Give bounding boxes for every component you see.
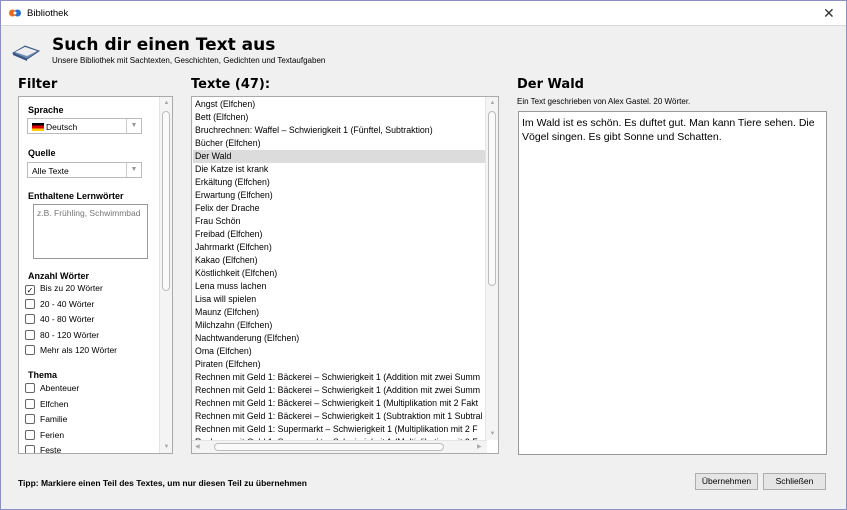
scroll-thumb[interactable]: [214, 443, 444, 451]
list-item[interactable]: Piraten (Elfchen): [193, 358, 487, 371]
checkbox-box[interactable]: [25, 398, 35, 409]
list-item[interactable]: Rechnen mit Geld 1: Bäckerei – Schwierig…: [193, 371, 487, 384]
texts-vscrollbar[interactable]: ▲ ▼: [485, 97, 498, 440]
chevron-down-icon[interactable]: ▼: [126, 163, 141, 177]
checkbox-label: Ferien: [40, 429, 65, 440]
sprache-value: Deutsch: [46, 122, 78, 132]
list-item[interactable]: Maunz (Elfchen): [193, 306, 487, 319]
scroll-right-icon[interactable]: ▶: [477, 443, 482, 450]
checkbox-thema[interactable]: Ferien: [25, 429, 65, 443]
list-item[interactable]: Felix der Drache: [193, 202, 487, 215]
app-logo-icon: [9, 9, 21, 17]
preview-text[interactable]: Im Wald ist es schön. Es duftet gut. Man…: [518, 111, 827, 455]
window-title: Bibliothek: [27, 8, 69, 19]
library-dialog: Bibliothek ✕ Such dir einen Text aus Uns…: [0, 0, 847, 510]
page-title: Such dir einen Text aus: [52, 35, 276, 55]
apply-button[interactable]: Übernehmen: [695, 473, 758, 490]
lernwoerter-label: Enthaltene Lernwörter: [28, 191, 124, 201]
list-item[interactable]: Kakao (Elfchen): [193, 254, 487, 267]
quelle-value: Alle Texte: [32, 166, 69, 176]
checkbox-thema[interactable]: Familie: [25, 414, 67, 427]
list-item[interactable]: Frau Schön: [193, 215, 487, 228]
texts-hscrollbar[interactable]: ◀ ▶: [192, 440, 487, 453]
page-subtitle: Unsere Bibliothek mit Sachtexten, Geschi…: [52, 56, 326, 65]
checkbox-thema[interactable]: Abenteuer: [25, 383, 79, 396]
checkbox-label: Mehr als 120 Wörter: [40, 345, 117, 355]
list-item[interactable]: Die Katze ist krank: [193, 163, 487, 176]
book-icon: [11, 45, 41, 61]
list-item[interactable]: Bruchrechnen: Waffel – Schwierigkeit 1 (…: [193, 124, 487, 137]
scroll-left-icon[interactable]: ◀: [195, 443, 200, 450]
scroll-up-icon[interactable]: ▲: [160, 100, 172, 106]
list-item[interactable]: Nachtwanderung (Elfchen): [193, 332, 487, 345]
checkbox-label: 80 - 120 Wörter: [40, 329, 100, 340]
list-item[interactable]: Lisa will spielen: [193, 293, 487, 306]
list-item[interactable]: Der Wald: [193, 150, 487, 163]
checkbox-box[interactable]: [25, 298, 35, 309]
quelle-label: Quelle: [28, 148, 56, 158]
checkbox-box[interactable]: [25, 383, 35, 393]
filter-panel: Sprache Deutsch ▼ Quelle Alle Texte ▼ Enth…: [18, 96, 173, 454]
scroll-down-icon[interactable]: ▼: [486, 431, 498, 437]
checkbox-anzahl[interactable]: Mehr als 120 Wörter: [25, 345, 117, 358]
preview-title: Der Wald: [517, 77, 584, 92]
list-item[interactable]: Erkältung (Elfchen): [193, 176, 487, 189]
quelle-select[interactable]: Alle Texte ▼: [27, 162, 142, 178]
tip-text: Tipp: Markiere einen Teil des Textes, um…: [18, 478, 307, 488]
scroll-thumb[interactable]: [162, 111, 170, 291]
list-item[interactable]: Rechnen mit Geld 1: Bäckerei – Schwierig…: [193, 410, 487, 423]
checkmark-icon[interactable]: ✓: [25, 285, 35, 295]
list-item[interactable]: Rechnen mit Geld 1: Bäckerei – Schwierig…: [193, 384, 487, 397]
checkbox-label: Bis zu 20 Wörter: [40, 283, 103, 293]
list-item[interactable]: Jahrmarkt (Elfchen): [193, 241, 487, 254]
checkbox-anzahl[interactable]: 80 - 120 Wörter: [25, 329, 100, 343]
filter-heading: Filter: [18, 77, 58, 92]
checkbox-anzahl[interactable]: 40 - 80 Wörter: [25, 314, 94, 327]
preview-meta: Ein Text geschrieben von Alex Gastel. 20…: [517, 97, 691, 106]
german-flag-icon: [32, 123, 44, 131]
checkbox-box[interactable]: [25, 429, 35, 440]
list-item[interactable]: Köstlichkeit (Elfchen): [193, 267, 487, 280]
list-item[interactable]: Rechnen mit Geld 1: Supermarkt – Schwier…: [193, 423, 487, 436]
checkbox-box[interactable]: [25, 445, 35, 453]
scroll-thumb[interactable]: [488, 111, 496, 286]
checkbox-label: Familie: [40, 414, 68, 424]
sprache-label: Sprache: [28, 105, 64, 115]
list-item[interactable]: Milchzahn (Elfchen): [193, 319, 487, 332]
filter-scrollbar[interactable]: ▲ ▼: [159, 97, 172, 453]
close-icon[interactable]: ✕: [823, 5, 835, 22]
thema-label: Thema: [28, 370, 58, 380]
list-item[interactable]: Bett (Elfchen): [193, 111, 487, 124]
list-item[interactable]: Bücher (Elfchen): [193, 137, 487, 150]
checkbox-anzahl[interactable]: ✓ Bis zu 20 Wörter: [25, 283, 103, 296]
checkbox-label: Abenteuer: [40, 383, 80, 393]
list-item[interactable]: Angst (Elfchen): [193, 98, 487, 111]
list-item[interactable]: Lena muss lachen: [193, 280, 487, 293]
texts-heading: Texte (47):: [191, 77, 271, 92]
checkbox-thema[interactable]: Feste: [25, 445, 62, 454]
close-button[interactable]: Schließen: [763, 473, 826, 490]
checkbox-anzahl[interactable]: 20 - 40 Wörter: [25, 298, 95, 312]
anzahl-label: Anzahl Wörter: [28, 271, 90, 281]
checkbox-label: Elfchen: [40, 398, 69, 409]
scroll-up-icon[interactable]: ▲: [486, 100, 498, 106]
chevron-down-icon[interactable]: ▼: [126, 119, 141, 133]
list-item[interactable]: Oma (Elfchen): [193, 345, 487, 358]
list-item[interactable]: Rechnen mit Geld 1: Bäckerei – Schwierig…: [193, 397, 487, 410]
sprache-select[interactable]: Deutsch ▼: [27, 118, 142, 134]
texts-list: Angst (Elfchen) Bett (Elfchen) Bruchrechne…: [191, 96, 499, 454]
checkbox-box[interactable]: [25, 314, 35, 324]
list-item[interactable]: Freibad (Elfchen): [193, 228, 487, 241]
checkbox-box[interactable]: [25, 345, 35, 355]
checkbox-label: 40 - 80 Wörter: [40, 314, 95, 324]
checkbox-label: 20 - 40 Wörter: [40, 298, 95, 309]
list-item[interactable]: Erwartung (Elfchen): [193, 189, 487, 202]
scroll-down-icon[interactable]: ▼: [160, 444, 172, 450]
checkbox-box[interactable]: [25, 414, 35, 424]
title-bar: Bibliothek ✕: [1, 1, 846, 26]
checkbox-thema[interactable]: Elfchen: [25, 398, 69, 412]
lernwoerter-input[interactable]: [33, 204, 148, 259]
checkbox-box[interactable]: [25, 329, 35, 340]
checkbox-label: Feste: [40, 445, 62, 454]
